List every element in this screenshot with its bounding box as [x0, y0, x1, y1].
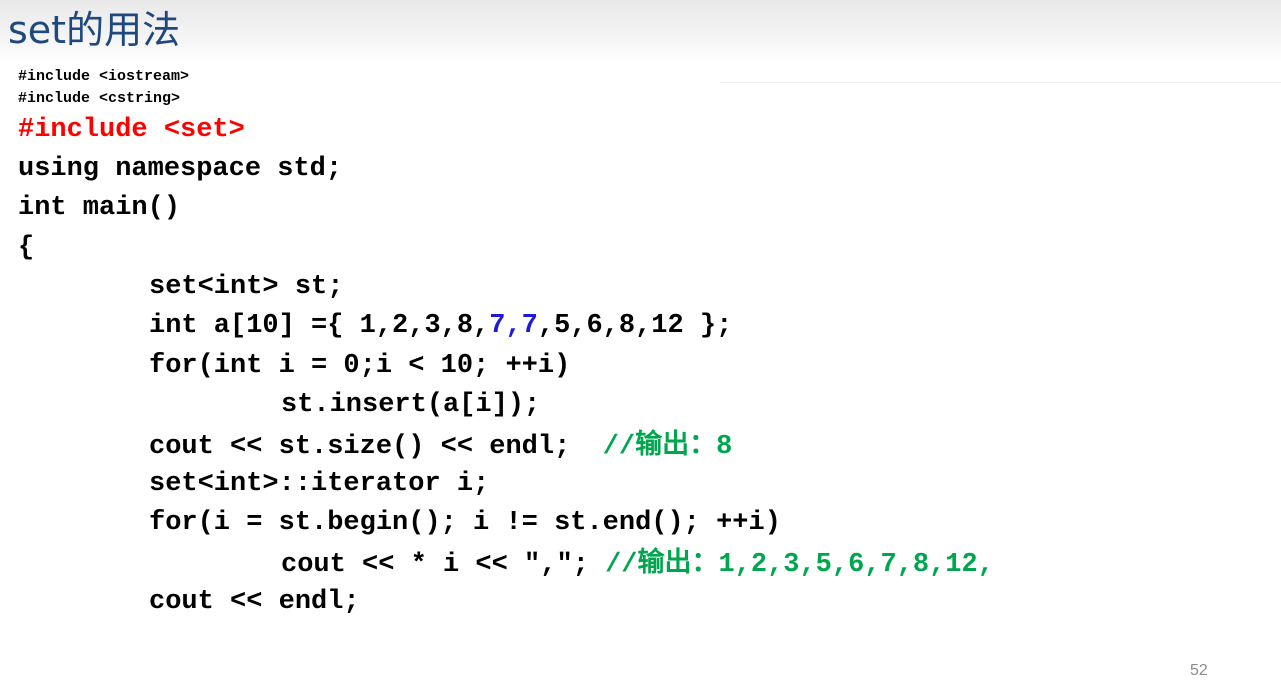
comment-prefix: //: [602, 432, 636, 462]
page-number: 52: [1190, 662, 1208, 679]
code-line-insert: st.insert(a[i]);: [281, 390, 541, 420]
array-declaration-start: int a[10] ={ 1,2,3,8,: [149, 311, 490, 341]
code-line-cout-size: cout << st.size() << endl; //输出：8: [149, 427, 732, 465]
comment-output-size: 8: [716, 432, 733, 462]
code-line-open-brace: {: [18, 233, 35, 263]
code-line-include-iostream: #include <iostream>: [18, 68, 190, 85]
duplicate-values: 7,7: [489, 311, 538, 341]
code-line-include-cstring: #include <cstring>: [18, 90, 181, 107]
code-line-for-iterator: for(i = st.begin(); i != st.end(); ++i): [149, 508, 781, 538]
array-declaration-end: ,5,6,8,12 };: [537, 311, 733, 341]
comment-prefix: //: [605, 550, 638, 580]
cout-size-code: cout << st.size() << endl;: [149, 432, 603, 462]
code-line-cout-endl: cout << endl;: [149, 587, 360, 617]
code-line-iterator: set<int>::iterator i;: [149, 469, 490, 499]
code-line-cout-element: cout << * i << ","; //输出：1,2,3,5,6,7,8,1…: [281, 545, 994, 583]
code-line-array-declaration: int a[10] ={ 1,2,3,8,7,7,5,6,8,12 };: [149, 308, 732, 344]
comment-output-elements: 1,2,3,5,6,7,8,12,: [718, 550, 994, 580]
code-line-set-declaration: set<int> st;: [149, 272, 344, 302]
comment-label: 输出：: [635, 429, 717, 460]
code-block: #include <iostream> #include <cstring> #…: [0, 0, 1281, 676]
comment-label: 输出：: [637, 547, 719, 578]
code-line-for-loop: for(int i = 0;i < 10; ++i): [149, 351, 571, 381]
code-line-using-namespace: using namespace std;: [18, 154, 343, 184]
code-line-include-set: #include <set>: [18, 115, 245, 145]
cout-element-code: cout << * i << ",";: [281, 550, 606, 580]
code-line-main: int main(): [18, 193, 181, 223]
